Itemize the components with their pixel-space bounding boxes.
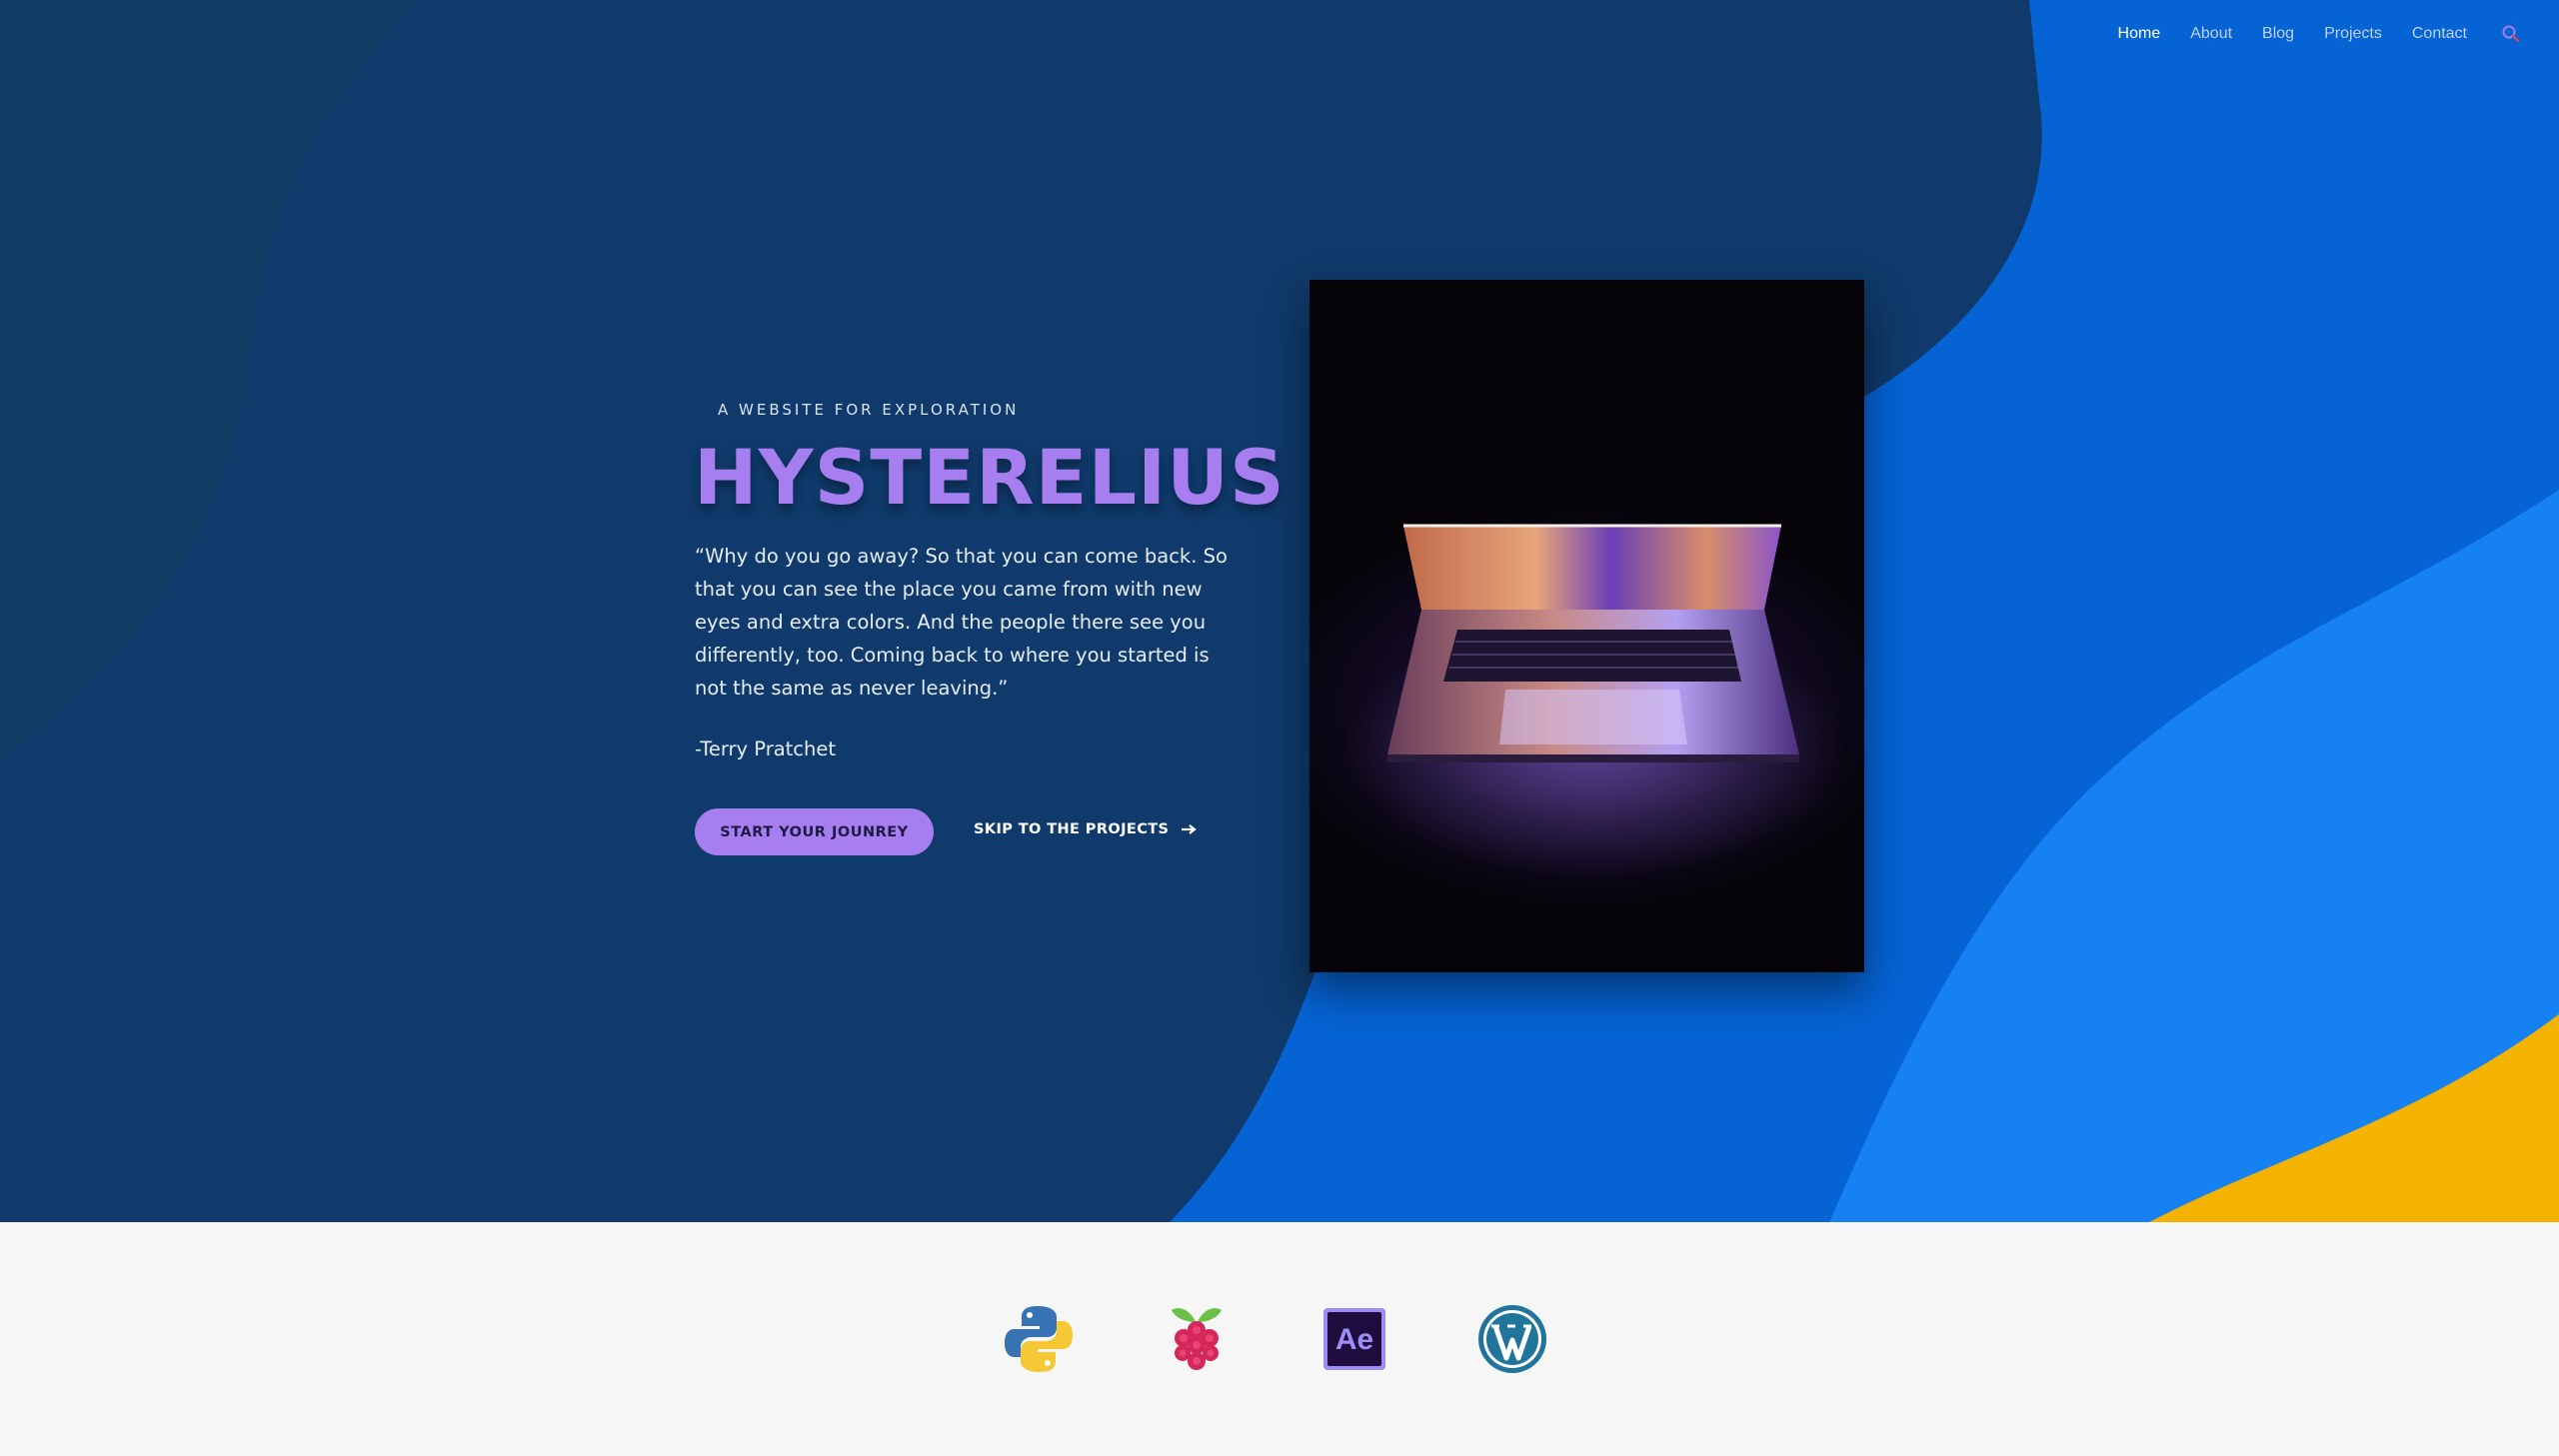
hero-section: Home About Blog Projects Contact A WEBSI…	[0, 0, 2559, 1222]
nav-contact[interactable]: Contact	[2412, 25, 2467, 43]
main-nav: Home About Blog Projects Contact	[2088, 24, 2521, 44]
search-icon[interactable]	[2501, 24, 2521, 44]
quote-author: -Terry Pratchet	[695, 737, 837, 760]
nav-home[interactable]: Home	[2118, 25, 2161, 43]
nav-projects[interactable]: Projects	[2324, 25, 2382, 43]
hero-eyebrow: A WEBSITE FOR EXPLORATION	[718, 401, 1020, 419]
laptop-illustration	[1344, 524, 1844, 879]
laptop-photo	[1309, 280, 1864, 972]
python-logo	[1005, 1306, 1073, 1372]
start-journey-label: START YOUR JOUNREY	[720, 823, 909, 840]
nav-about[interactable]: About	[2190, 25, 2232, 43]
hero-title: HYSTERELIUS	[694, 433, 1285, 522]
skip-to-projects-label: SKIP TO THE PROJECTS	[974, 821, 1170, 837]
hero-background-waves	[0, 0, 2559, 1222]
nav-blog[interactable]: Blog	[2262, 25, 2294, 43]
start-journey-button[interactable]: START YOUR JOUNREY	[695, 808, 934, 855]
raspberry-pi-logo	[1172, 1308, 1222, 1370]
after-effects-label: Ae	[1335, 1323, 1373, 1356]
hero-quote: “Why do you go away? So that you can com…	[695, 545, 1228, 700]
arrow-right-icon	[1182, 824, 1198, 834]
tech-logo-strip: Ae	[0, 1222, 2559, 1456]
wordpress-logo	[1478, 1305, 1546, 1373]
skip-to-projects-link[interactable]: SKIP TO THE PROJECTS	[974, 821, 1198, 837]
after-effects-logo: Ae	[1323, 1308, 1385, 1370]
